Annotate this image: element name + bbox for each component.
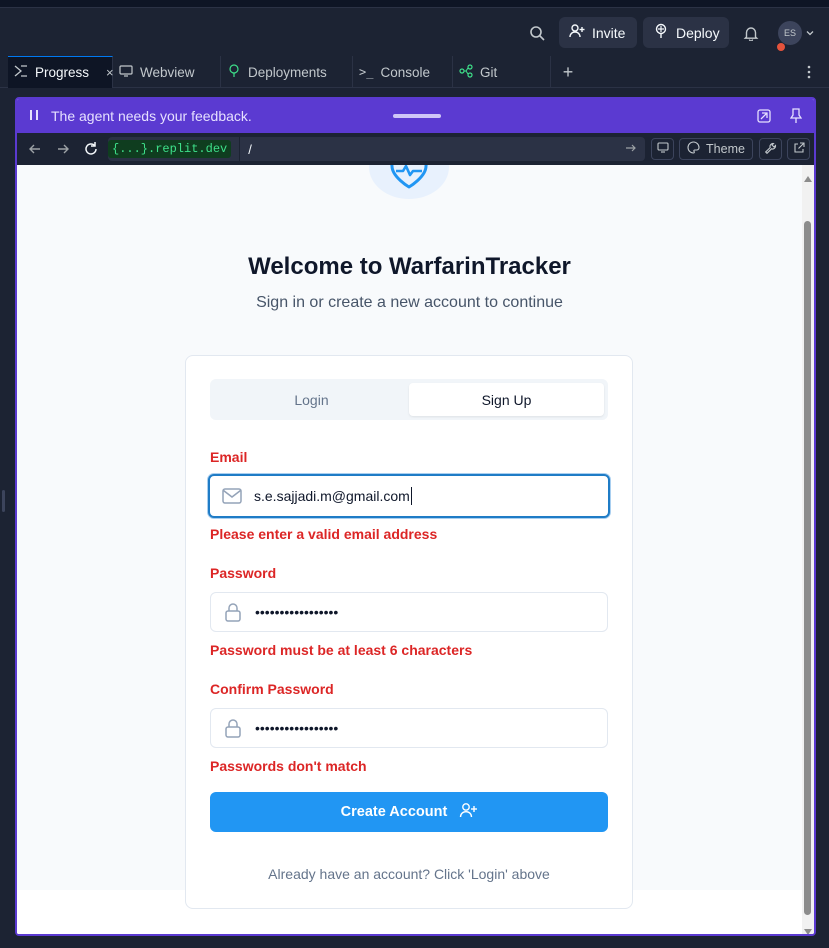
confirm-password-error: Passwords don't match <box>210 758 367 774</box>
page-title: Welcome to WarfarinTracker <box>248 253 571 280</box>
password-value: ••••••••••••••••• <box>255 604 339 620</box>
tab-signup-label: Sign Up <box>481 391 532 408</box>
tab-deployments-label: Deployments <box>248 64 327 80</box>
tab-login-label: Login <box>294 391 329 408</box>
password-label: Password <box>210 565 277 581</box>
add-user-icon <box>569 23 585 42</box>
lock-icon <box>211 718 255 738</box>
progress-icon <box>14 65 28 80</box>
password-field[interactable]: ••••••••••••••••• <box>210 592 608 632</box>
url-path: / <box>248 141 252 157</box>
forward-icon[interactable] <box>56 142 70 161</box>
confirm-password-value: ••••••••••••••••• <box>255 720 339 736</box>
pause-icon[interactable] <box>29 108 39 124</box>
top-bar: Invite Deploy ES <box>0 8 829 56</box>
reload-icon[interactable] <box>83 141 99 162</box>
text-cursor <box>410 487 412 505</box>
login-hint: Already have an account? Click 'Login' a… <box>268 866 550 882</box>
tab-webview[interactable]: Webview <box>113 56 221 88</box>
browser-bar: {...}.replit.dev / Theme <box>17 133 814 165</box>
invite-button[interactable]: Invite <box>559 17 637 48</box>
theme-label: Theme <box>706 142 745 156</box>
monitor-icon <box>656 142 669 156</box>
url-divider <box>239 137 241 161</box>
notification-dot <box>777 43 785 51</box>
password-error: Password must be at least 6 characters <box>210 642 473 658</box>
scroll-up-icon[interactable] <box>804 169 812 187</box>
go-arrow-icon[interactable] <box>625 142 637 157</box>
drag-handle[interactable] <box>393 114 441 118</box>
page-subtitle: Sign in or create a new account to conti… <box>256 294 563 311</box>
create-account-button[interactable]: Create Account <box>210 792 608 832</box>
auth-tabs: Login Sign Up <box>210 379 608 420</box>
confirm-password-field[interactable]: ••••••••••••••••• <box>210 708 608 748</box>
tab-git-label: Git <box>480 64 498 80</box>
url-domain: {...}.replit.dev <box>108 140 232 158</box>
email-error: Please enter a valid email address <box>210 526 438 542</box>
email-label: Email <box>210 449 248 465</box>
tab-progress[interactable]: Progress × <box>8 56 114 88</box>
tab-bar: Progress × Webview Deployments >_ Consol… <box>0 56 829 88</box>
tab-console-label: Console <box>380 64 430 80</box>
tab-login[interactable]: Login <box>214 383 409 416</box>
auth-card: Login Sign Up Email s.e.sajjadi.m@gmail.… <box>185 355 633 909</box>
email-value: s.e.sajjadi.m@gmail.com <box>254 488 410 504</box>
confirm-password-label: Confirm Password <box>210 681 334 697</box>
collapse-icon[interactable] <box>757 109 771 126</box>
deploy-label: Deploy <box>676 24 720 41</box>
webview-page: Welcome to WarfarinTracker Sign in or cr… <box>17 165 802 934</box>
search-icon[interactable] <box>527 23 547 43</box>
app-logo <box>369 165 449 199</box>
tab-deployments[interactable]: Deployments <box>221 56 353 88</box>
email-field[interactable]: s.e.sajjadi.m@gmail.com <box>208 474 610 518</box>
external-link-icon <box>793 141 805 157</box>
lock-icon <box>211 602 255 622</box>
feedback-bar: The agent needs your feedback. <box>17 99 814 133</box>
devtools-button[interactable] <box>759 138 782 160</box>
webview-panel: The agent needs your feedback. {...}.rep… <box>15 97 816 936</box>
heart-pulse-icon <box>389 165 429 195</box>
deploy-button[interactable]: Deploy <box>643 17 729 48</box>
resize-handle[interactable] <box>2 490 5 512</box>
url-bar[interactable]: {...}.replit.dev / <box>108 137 645 161</box>
palette-icon <box>687 141 700 157</box>
deploy-icon <box>227 63 241 81</box>
chevron-down-icon[interactable] <box>804 27 816 39</box>
scrollbar[interactable] <box>802 165 814 934</box>
monitor-icon <box>119 64 133 80</box>
bell-icon[interactable] <box>741 23 761 43</box>
tab-signup[interactable]: Sign Up <box>409 383 604 416</box>
theme-button[interactable]: Theme <box>679 138 753 160</box>
add-user-icon <box>459 802 478 822</box>
feedback-text: The agent needs your feedback. <box>51 108 252 124</box>
tab-progress-label: Progress <box>35 65 90 80</box>
more-options-icon[interactable] <box>802 64 816 80</box>
open-new-tab-button[interactable] <box>787 138 810 160</box>
deploy-icon <box>653 23 669 42</box>
avatar-initials: ES <box>783 28 796 38</box>
back-icon[interactable] <box>28 142 42 161</box>
device-toggle-button[interactable] <box>651 138 674 160</box>
terminal-icon: >_ <box>359 65 374 79</box>
scroll-down-icon[interactable] <box>804 922 812 934</box>
scrollbar-thumb[interactable] <box>804 221 811 915</box>
invite-label: Invite <box>592 24 626 41</box>
pin-icon[interactable] <box>789 108 803 127</box>
wrench-icon <box>764 142 777 157</box>
tab-console[interactable]: >_ Console <box>353 56 453 88</box>
git-icon <box>459 63 473 81</box>
tab-git[interactable]: Git <box>453 56 551 88</box>
mail-icon <box>210 488 254 504</box>
tab-webview-label: Webview <box>140 64 195 80</box>
avatar[interactable]: ES <box>778 21 802 45</box>
window-top-strip <box>0 0 829 8</box>
create-account-label: Create Account <box>340 804 448 820</box>
add-tab-icon[interactable]: + <box>560 62 576 82</box>
